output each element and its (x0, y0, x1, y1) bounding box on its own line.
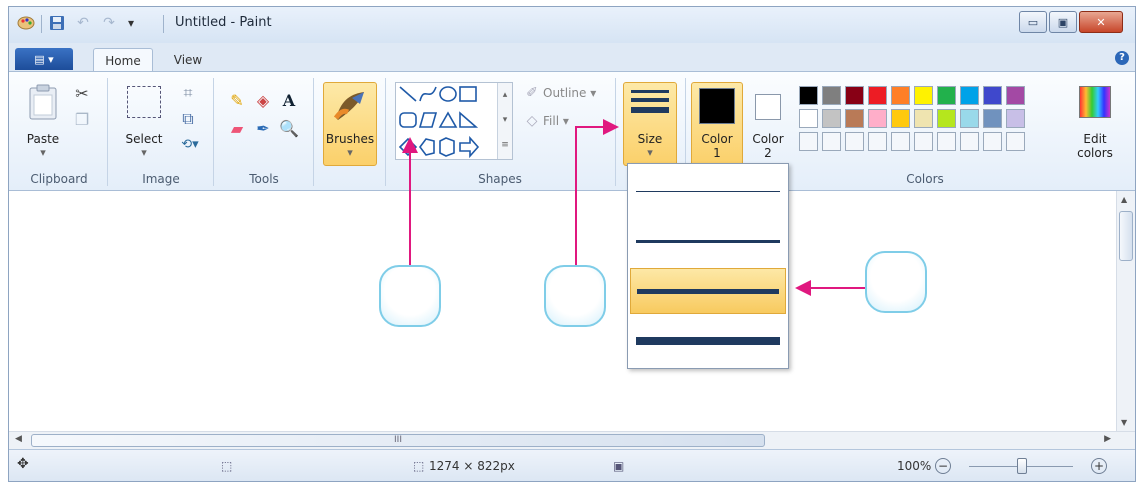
arrow-to-size (575, 119, 619, 265)
paint-window: ↶ ↷ ▾ Untitled - Paint ▭ ▣ ✕ ▤ ▾ Home Vi… (8, 6, 1136, 482)
annotation-arrows (402, 119, 865, 296)
